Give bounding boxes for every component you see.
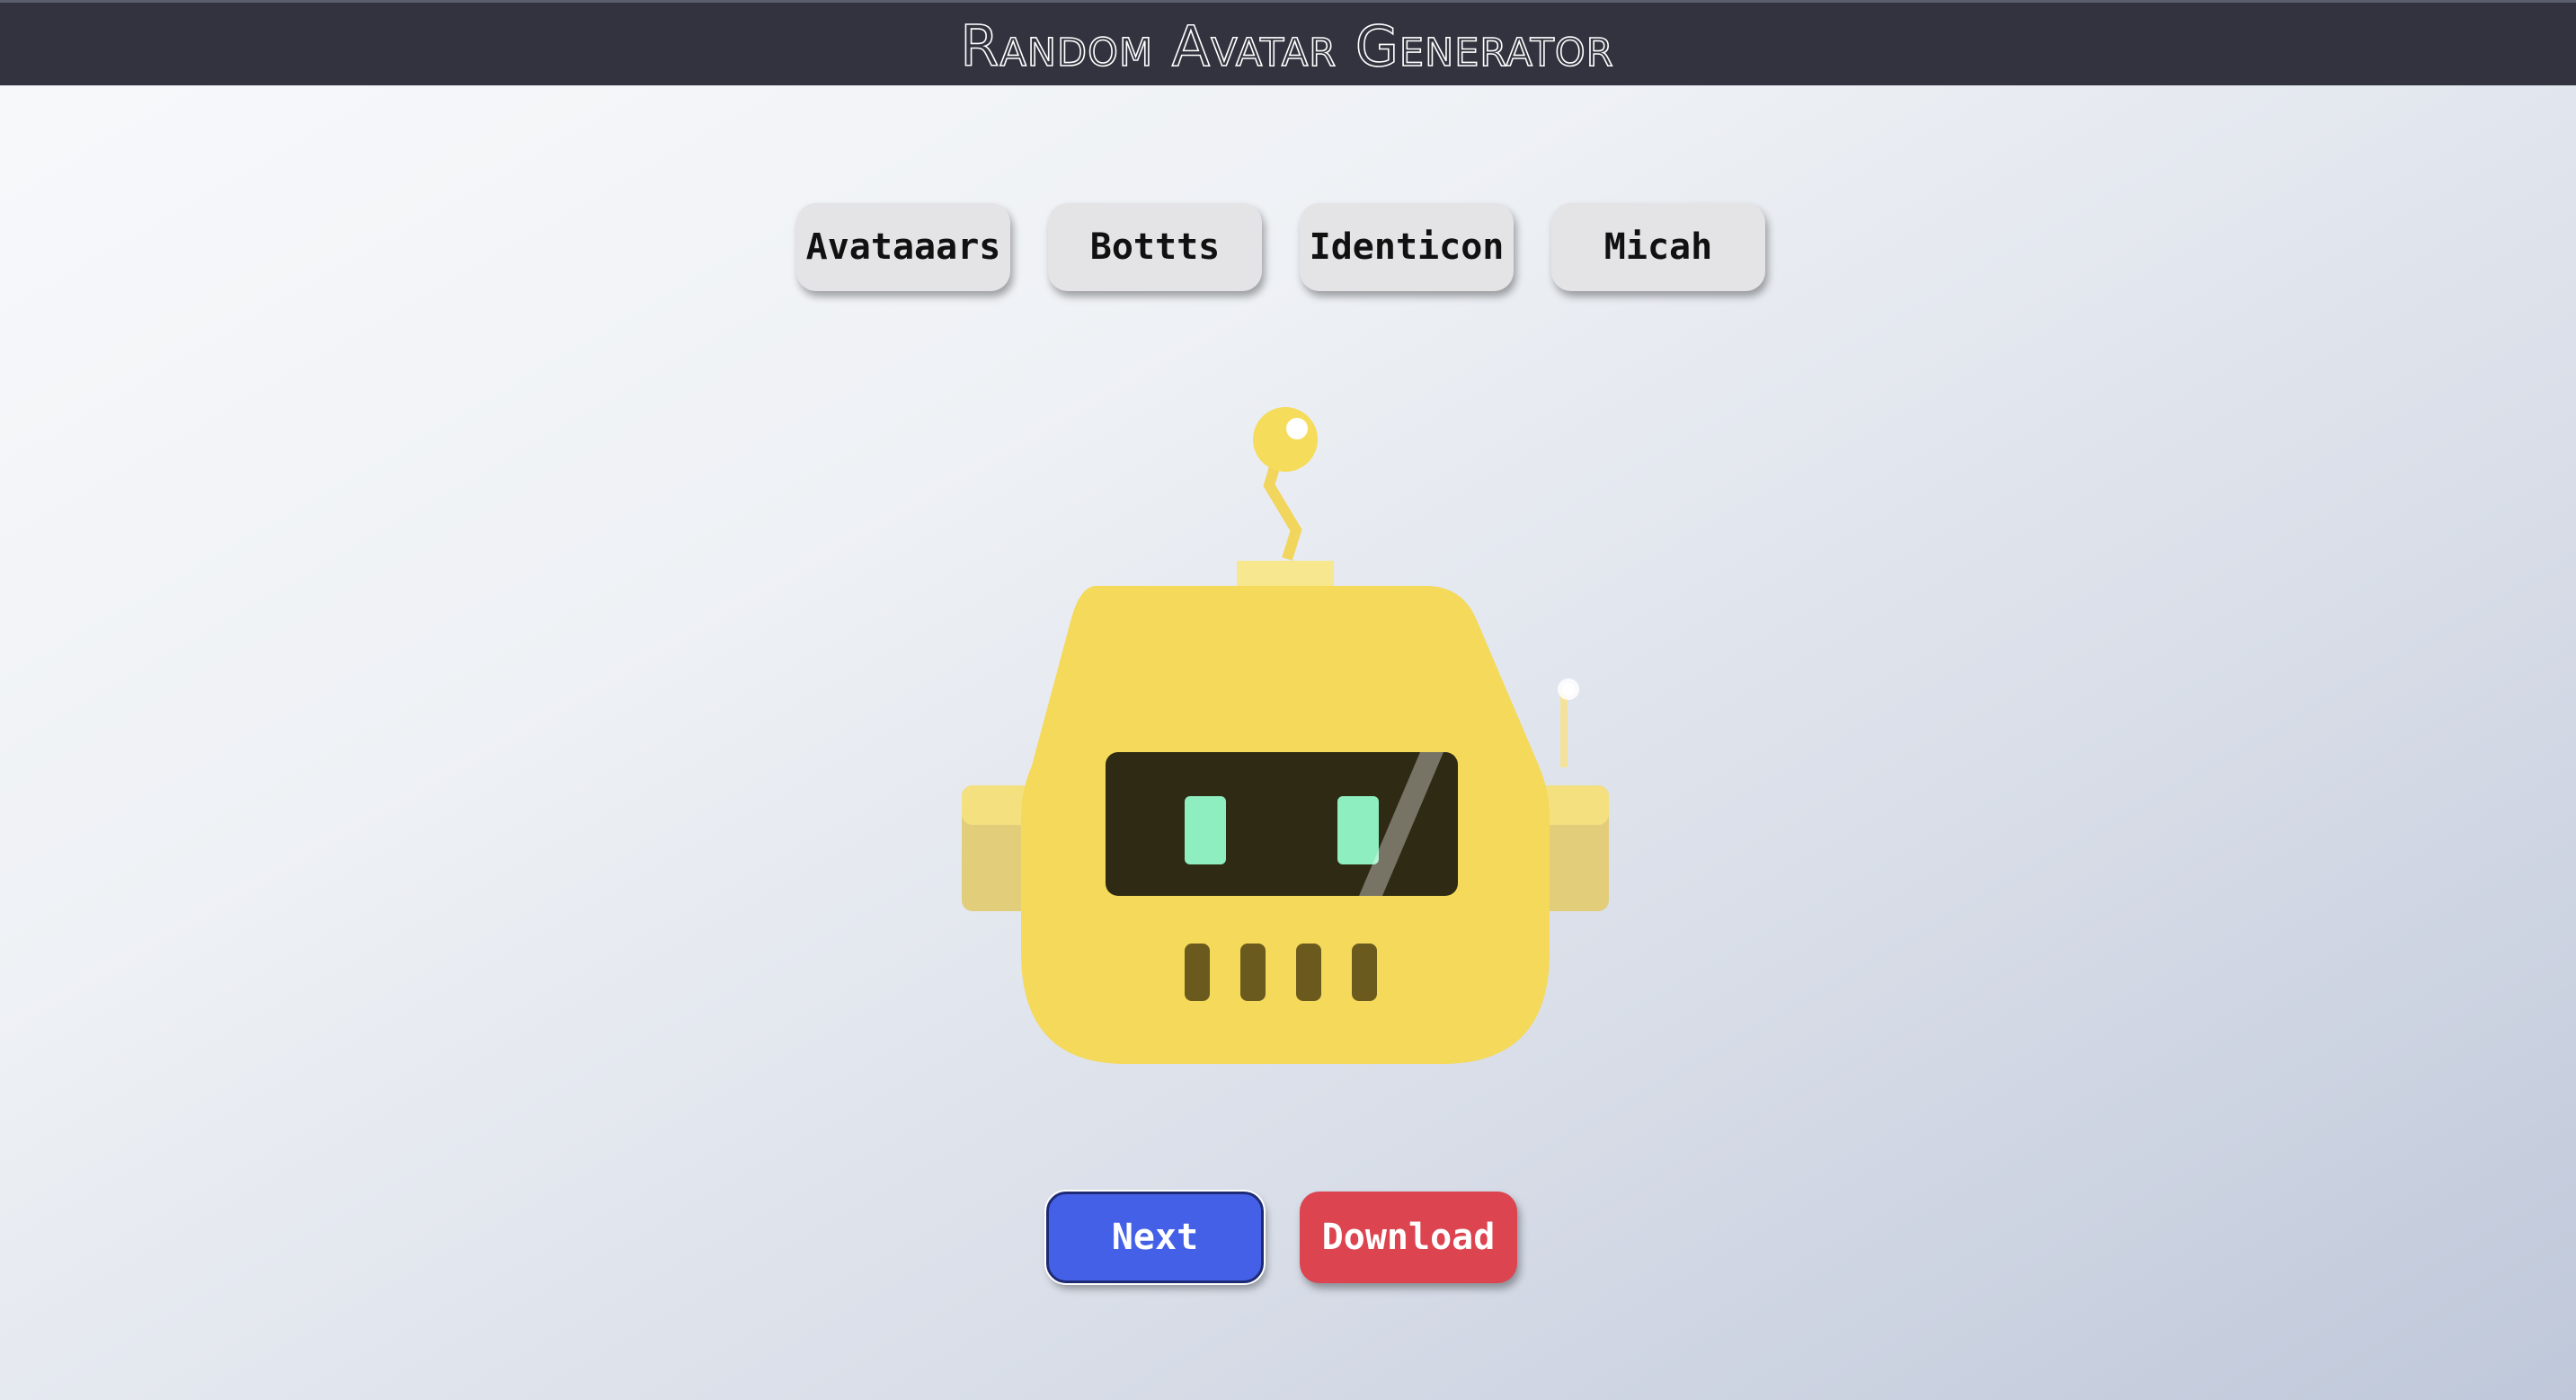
page-title: Random Avatar Generator [960, 13, 1614, 80]
robot-side-antenna [1558, 678, 1579, 767]
app-header: Random Avatar Generator [0, 3, 2576, 85]
style-button-bottts[interactable]: Bottts [1048, 203, 1262, 291]
style-button-micah[interactable]: Micah [1551, 203, 1765, 291]
style-button-avataaars[interactable]: Avataaars [796, 203, 1010, 291]
avatar-image [962, 407, 1609, 1064]
next-button[interactable]: Next [1046, 1192, 1264, 1283]
style-button-identicon[interactable]: Identicon [1300, 203, 1514, 291]
download-button[interactable]: Download [1300, 1192, 1517, 1283]
robot-antenna [1237, 407, 1334, 586]
svg-text:Random Avatar Generator: Random Avatar Generator [960, 13, 1613, 79]
robot-visor [1106, 752, 1458, 896]
